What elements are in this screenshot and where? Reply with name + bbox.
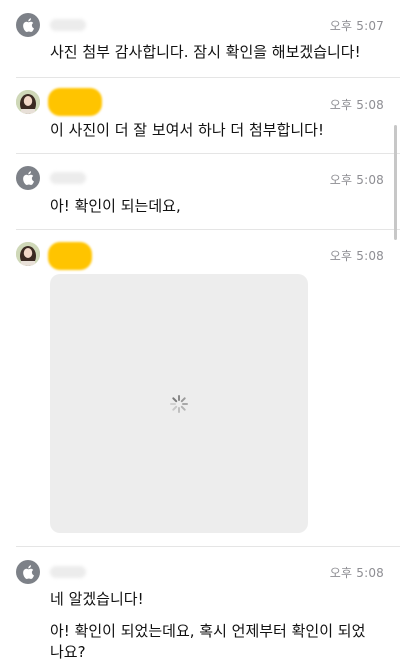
apple-logo-icon bbox=[23, 18, 34, 32]
message-2: 오후 5:08 이 사진이 더 잘 보여서 하나 더 첨부합니다! bbox=[0, 78, 400, 154]
message-time: 오후 5:08 bbox=[329, 98, 384, 112]
sender-name-redacted bbox=[48, 88, 102, 116]
image-attachment-loading[interactable] bbox=[50, 274, 308, 533]
apple-avatar bbox=[16, 13, 40, 37]
apple-logo-icon bbox=[23, 171, 34, 185]
message-text-line-3: 나요? bbox=[50, 643, 86, 661]
sender-name-hidden bbox=[50, 566, 86, 578]
scrollbar[interactable] bbox=[394, 125, 397, 240]
message-1: 오후 5:07 사진 첨부 감사합니다. 잠시 확인을 해보겠습니다! bbox=[0, 0, 400, 78]
user-photo-icon bbox=[16, 90, 40, 114]
sender-name-hidden bbox=[50, 172, 86, 184]
message-time: 오후 5:08 bbox=[329, 566, 384, 580]
apple-logo-icon bbox=[23, 565, 34, 579]
message-text: 이 사진이 더 잘 보여서 하나 더 첨부합니다! bbox=[50, 121, 324, 139]
message-time: 오후 5:07 bbox=[329, 19, 384, 33]
sender-name-hidden bbox=[50, 19, 86, 31]
message-text: 아! 확인이 되는데요, bbox=[50, 197, 181, 215]
message-text-line-1: 네 알겠습니다! bbox=[50, 590, 144, 608]
message-time: 오후 5:08 bbox=[329, 173, 384, 187]
loading-spinner-icon bbox=[170, 395, 188, 413]
message-3: 오후 5:08 아! 확인이 되는데요, bbox=[0, 154, 400, 230]
user-photo-icon bbox=[16, 242, 40, 266]
apple-avatar bbox=[16, 560, 40, 584]
message-5: 오후 5:08 네 알겠습니다! 아! 확인이 되었는데요, 혹시 언제부터 확… bbox=[0, 547, 400, 670]
user-avatar bbox=[16, 90, 40, 114]
message-time: 오후 5:08 bbox=[329, 249, 384, 263]
user-avatar bbox=[16, 242, 40, 266]
message-text: 사진 첨부 감사합니다. 잠시 확인을 해보겠습니다! bbox=[50, 43, 361, 61]
sender-name-redacted bbox=[48, 242, 92, 270]
apple-avatar bbox=[16, 166, 40, 190]
